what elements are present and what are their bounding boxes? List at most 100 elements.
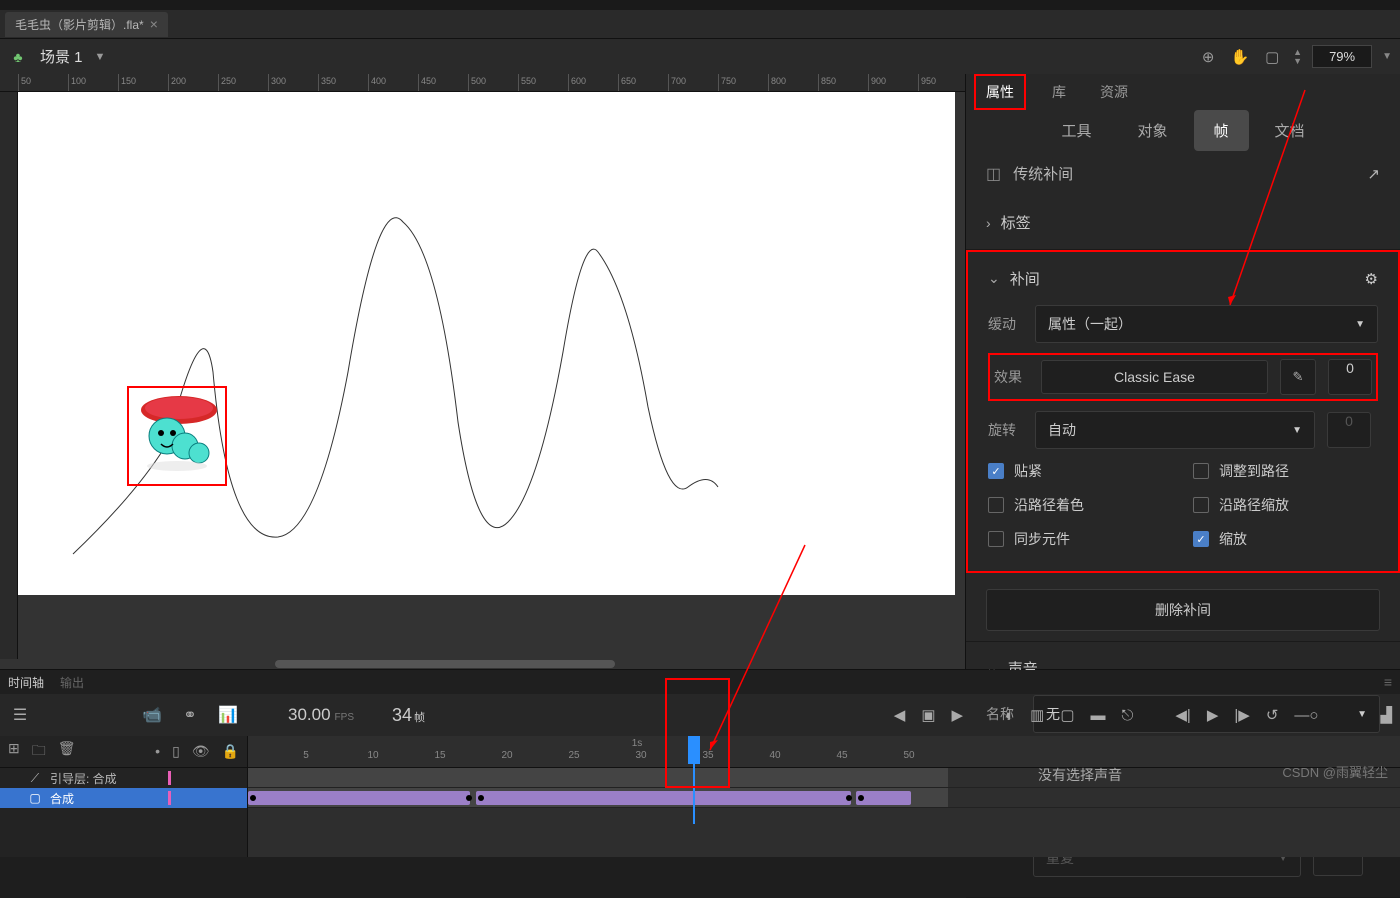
onion-icon[interactable]: ◐ [1005,707,1014,724]
eye-icon[interactable]: 👁 [192,743,210,760]
export-icon[interactable]: ⎋ [1122,707,1134,724]
layers-icon[interactable]: ☰ [8,703,32,727]
scene-icon[interactable]: ♣ [8,47,28,67]
step-back-icon[interactable]: ◀| [1175,706,1190,724]
insert-frame-icon[interactable]: ▣ [921,706,935,724]
sub-tab-row: 工具 对象 帧 文档 [966,110,1400,151]
delete-tween-button[interactable]: 删除补间 [986,589,1380,631]
effect-button[interactable]: Classic Ease [1041,360,1268,394]
tab-resources[interactable]: 资源 [1092,74,1136,110]
add-layer-icon[interactable]: ⊞ [8,740,20,764]
layer-comp[interactable]: ▢ 合成 [0,788,247,808]
trash-icon[interactable]: 🗑 [58,740,76,764]
scroll-arrows[interactable]: ▲▼ [1293,48,1302,66]
rotate-dropdown[interactable]: 自动▼ [1035,411,1315,449]
labels-title[interactable]: 标签 [1001,212,1031,233]
menubar [0,0,1400,10]
lock-icon[interactable]: 🔒 [222,743,239,760]
tween-type-label: 传统补间 [1013,163,1073,184]
scrollbar-thumb[interactable] [275,660,615,668]
rotate-count[interactable]: 0 [1327,412,1371,448]
no-sound-text: 没有选择声音 [1038,765,1122,785]
track-comp[interactable] [248,788,1400,808]
layer-guide[interactable]: ⟋ 引导层: 合成 [0,768,247,788]
hand-icon[interactable]: ✋ [1229,46,1251,68]
play-icon[interactable]: ▶ [1207,706,1219,724]
effect-row: 效果 Classic Ease ✎ 0 [988,353,1378,401]
checkbox-icon [1193,463,1209,479]
track-guide[interactable] [248,768,1400,788]
panel-tab-row: 属性 库 资源 [966,74,1400,110]
sub-tab-frame[interactable]: 帧 [1194,110,1249,151]
more-icon[interactable]: ▟ [1380,706,1392,724]
camera-icon[interactable]: 📹 [140,703,164,727]
ease-row: 缓动 属性（一起）▼ [988,305,1378,343]
folder-icon[interactable]: 🗀 [32,740,46,764]
sub-tab-tool[interactable]: 工具 [1041,110,1111,151]
gear-icon[interactable]: ⚙ [1365,270,1378,288]
chevron-right-icon[interactable]: › [986,215,991,231]
tween-section: ⌄ 补间 ⚙ 缓动 属性（一起）▼ 效果 Classic Ease ✎ 0 旋转… [966,250,1400,573]
pencil-icon[interactable]: ✎ [1280,359,1316,395]
selection-box[interactable] [127,386,227,486]
tab-properties[interactable]: 属性 [974,74,1026,110]
step-fwd-icon[interactable]: |▶ [1234,706,1249,724]
layer-list: ⊞ 🗀 🗑 • ▯ 👁 🔒 ⟋ 引导层: 合成 ▢ 合成 [0,736,248,857]
scene-name[interactable]: 场景 1 [40,46,83,67]
sub-tab-object[interactable]: 对象 [1117,110,1187,151]
tab-output[interactable]: 输出 [60,674,84,691]
panel-menu-icon[interactable]: ≡ [1384,674,1392,690]
stage[interactable] [18,92,955,595]
edit-icon[interactable]: ▢ [1060,706,1074,724]
check-orient[interactable]: 调整到路径 [1193,461,1378,481]
next-icon[interactable]: ▶ [952,706,964,724]
checkbox-icon: ✓ [1193,531,1209,547]
sub-tab-document[interactable]: 文档 [1255,110,1325,151]
marker-icon[interactable]: ▬ [1091,707,1106,724]
fps-display[interactable]: 30.00 FPS [288,705,354,725]
check-snap[interactable]: ✓贴紧 [988,461,1173,481]
range-icon[interactable]: —○ [1294,707,1318,724]
tab-library[interactable]: 库 [1044,74,1074,110]
zoom-input[interactable]: 79% [1312,45,1372,68]
outline-icon[interactable]: ▯ [172,743,180,760]
frame-ruler[interactable]: 1s5101520253035404550 [248,736,1400,768]
loop-icon[interactable]: ↺ [1266,706,1279,724]
checkbox-icon [1193,497,1209,513]
graph-icon[interactable]: ⚭ [178,703,202,727]
chevron-down-icon[interactable]: ⌄ [988,270,1000,287]
checkbox-icon [988,531,1004,547]
checkbox-icon [988,497,1004,513]
guide-icon: ⟋ [28,771,42,786]
check-scale-path[interactable]: 沿路径缩放 [1193,495,1378,515]
close-icon[interactable]: × [150,16,158,32]
tween-title[interactable]: 补间 [1010,268,1040,289]
check-sync[interactable]: 同步元件 [988,529,1173,549]
horizontal-scrollbar[interactable] [0,659,965,669]
playhead[interactable] [688,736,700,764]
prev-icon[interactable]: ◀ [894,706,906,724]
clip-icon[interactable]: ▢ [1261,46,1283,68]
check-scale[interactable]: ✓缩放 [1193,529,1378,549]
chevron-down-icon[interactable]: ▼ [1382,51,1392,62]
file-tab[interactable]: 毛毛虫（影片剪辑）.fla* × [5,12,168,37]
properties-panel: 属性 库 资源 工具 对象 帧 文档 ◫ 传统补间 ↗ › 标签 ⌄ 补间 ⚙ [965,74,1400,669]
playhead-line [693,764,695,824]
multi-icon[interactable]: ▥ [1030,706,1044,724]
layer-icon: ▢ [28,791,42,805]
timeline-panel: 时间轴 输出 ≡ ☰ 📹 ⚭ 📊 30.00 FPS 34 帧 ◀ ▣ ▶ [0,669,1400,857]
scene-toolbar: ♣ 场景 1 ▼ ⊕ ✋ ▢ ▲▼ 79% ▼ [0,38,1400,74]
edit-scene-icon[interactable]: ⊕ [1197,46,1219,68]
tab-timeline[interactable]: 时间轴 [8,674,44,691]
effect-value[interactable]: 0 [1328,359,1372,395]
checkbox-icon: ✓ [988,463,1004,479]
timeline-tracks[interactable]: 1s5101520253035404550 [248,736,1400,857]
chart-icon[interactable]: 📊 [216,703,240,727]
current-frame[interactable]: 34 帧 [392,705,425,726]
highlight-icon[interactable]: • [155,743,160,760]
horizontal-ruler: 5010015020025030035040045050055060065070… [0,74,965,92]
check-color[interactable]: 沿路径着色 [988,495,1173,515]
ease-dropdown[interactable]: 属性（一起）▼ [1035,305,1378,343]
expand-icon[interactable]: ↗ [1367,165,1380,183]
chevron-down-icon[interactable]: ▼ [95,51,106,63]
